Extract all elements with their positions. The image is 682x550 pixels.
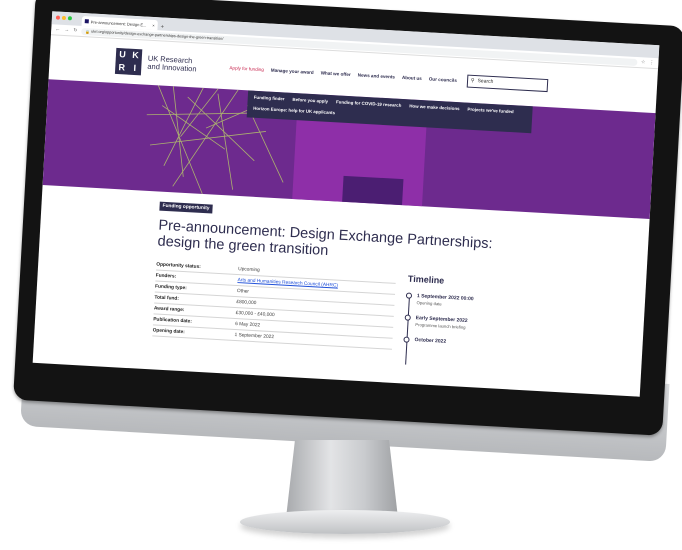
detail-label: Award range: <box>153 305 185 313</box>
opportunity-badge: Funding opportunity <box>159 201 213 214</box>
subnav-how-we-make-decisions[interactable]: How we make decisions <box>409 103 459 114</box>
screen: Pre-announcement: Design E... × + ← → ↻ … <box>32 11 660 397</box>
subnav-covid-19-research[interactable]: Funding for COVID-19 research <box>336 99 402 111</box>
timeline-item: 1 September 2022 00:00 Opening date <box>405 292 474 308</box>
subnav-projects-funded[interactable]: Projects we've funded <box>467 107 513 118</box>
subnav-funding-finder[interactable]: Funding finder <box>254 95 285 105</box>
nav-apply-for-funding[interactable]: Apply for funding <box>229 65 264 72</box>
detail-value: 1 September 2022 <box>234 332 275 340</box>
timeline-node-icon <box>403 336 410 343</box>
favicon-icon <box>84 19 89 24</box>
nav-manage-your-award[interactable]: Manage your award <box>271 67 314 74</box>
details-table: Opportunity status: Upcoming Funders: Arts… <box>152 259 397 352</box>
hero-decor-shape <box>342 175 404 206</box>
tab-title: Pre-announcement: Design E... <box>90 18 147 28</box>
search-icon: ⚲ <box>470 77 475 84</box>
detail-label: Funders: <box>155 272 177 280</box>
timeline-date: October 2022 <box>414 337 447 345</box>
back-icon[interactable]: ← <box>55 27 60 33</box>
timeline-heading: Timeline <box>407 273 445 286</box>
reload-icon[interactable]: ↻ <box>73 28 78 34</box>
timeline: Timeline 1 September 2022 00:00 Opening … <box>403 273 475 365</box>
logo-letter: U <box>118 49 127 60</box>
maximize-window-button[interactable] <box>67 16 73 21</box>
imac-monitor: Pre-announcement: Design E... × + ← → ↻ … <box>0 0 682 550</box>
nav-news-and-events[interactable]: News and events <box>358 72 396 79</box>
main-nav: Apply for funding Manage your award What… <box>229 65 457 83</box>
search-placeholder: Search <box>477 78 494 86</box>
search-input[interactable]: ⚲ Search <box>466 74 549 92</box>
subnav-horizon-europe[interactable]: Horizon Europe: help for UK applicants <box>253 106 335 119</box>
timeline-node-icon <box>404 314 411 321</box>
timeline-list: 1 September 2022 00:00 Opening date Earl… <box>403 292 474 365</box>
detail-value: 6 May 2022 <box>234 321 261 328</box>
menu-icon[interactable]: ⋮ <box>649 60 654 66</box>
detail-value: Other <box>236 288 250 295</box>
tab-close-icon[interactable]: × <box>152 22 155 27</box>
new-tab-button[interactable]: + <box>160 24 164 30</box>
detail-label: Opening date: <box>152 327 185 335</box>
star-icon[interactable]: ☆ <box>641 59 646 65</box>
timeline-node-icon <box>405 292 413 299</box>
nav-about-us[interactable]: About us <box>402 74 422 80</box>
monitor-stand-foot <box>240 510 450 534</box>
timeline-item: October 2022 <box>403 336 471 346</box>
forward-icon[interactable]: → <box>64 27 69 33</box>
brand-name[interactable]: UK Research and Innovation <box>147 54 216 75</box>
detail-value: £30,000 - £40,000 <box>235 310 275 318</box>
detail-label: Opportunity status: <box>156 262 201 270</box>
window-controls <box>55 15 73 21</box>
ukri-logo[interactable]: U K R I <box>114 47 143 76</box>
nav-what-we-offer[interactable]: What we offer <box>321 70 351 77</box>
detail-label: Total fund: <box>154 294 180 302</box>
minimize-window-button[interactable] <box>61 15 67 21</box>
timeline-item: Early September 2022 Programme launch br… <box>404 314 472 330</box>
detail-label: Publication date: <box>153 316 192 325</box>
nav-our-councils[interactable]: Our councils <box>429 76 457 83</box>
close-window-button[interactable] <box>55 15 61 20</box>
logo-letter: R <box>118 62 126 73</box>
detail-value: £800,000 <box>236 299 257 306</box>
content-columns: Opportunity status: Upcoming Funders: Arts… <box>152 259 646 366</box>
detail-label: Funding type: <box>154 283 187 291</box>
logo-letter: K <box>131 49 140 61</box>
monitor-stand-neck <box>286 440 398 518</box>
subnav-before-you-apply[interactable]: Before you apply <box>292 97 328 107</box>
detail-value: Upcoming <box>238 266 260 273</box>
logo-letter: I <box>133 62 137 74</box>
timeline-line <box>405 294 411 365</box>
